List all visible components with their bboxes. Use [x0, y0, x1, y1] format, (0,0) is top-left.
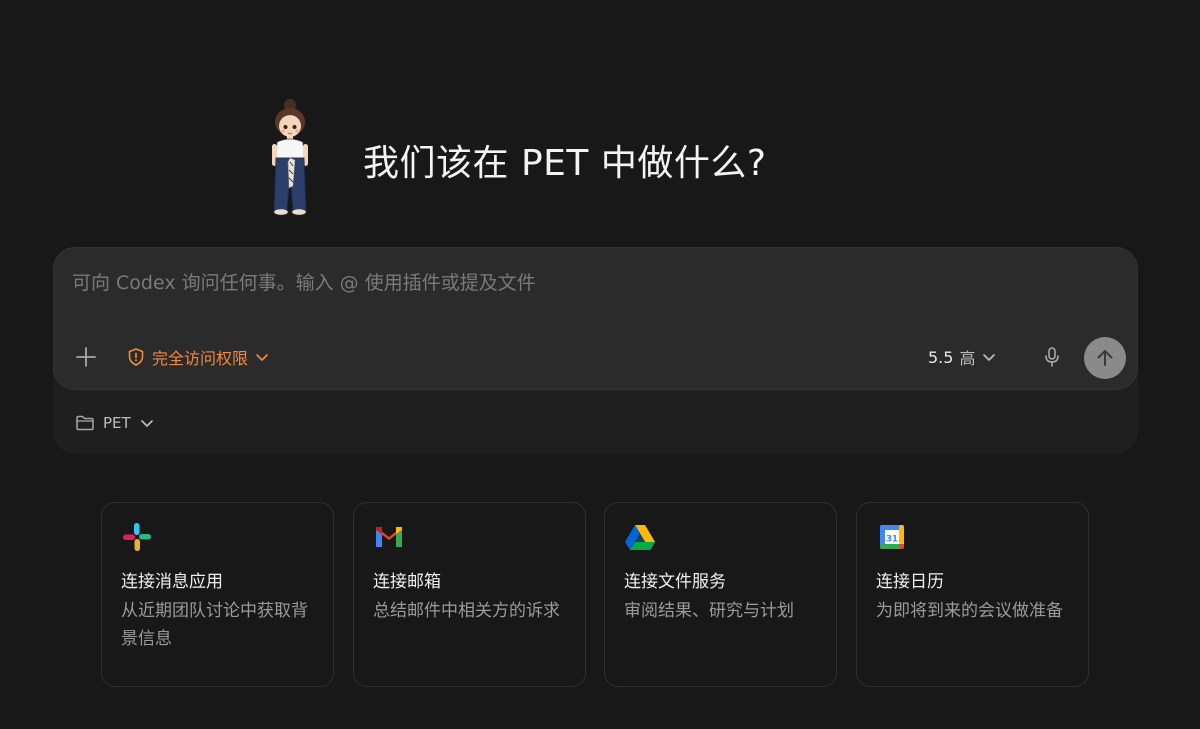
- connect-email-card[interactable]: 连接邮箱 总结邮件中相关方的诉求: [353, 502, 586, 687]
- page: 我们该在 PET 中做什么? 完全访问权限: [0, 0, 1200, 729]
- card-title: 连接消息应用: [121, 572, 223, 592]
- shield-alert-icon: [128, 348, 144, 366]
- send-button[interactable]: [1084, 337, 1126, 379]
- access-permission-label: 完全访问权限: [152, 349, 249, 368]
- connect-calendar-card[interactable]: 31 连接日历 为即将到来的会议做准备: [856, 502, 1089, 687]
- calendar-day-text: 31: [886, 535, 898, 545]
- model-effort: 高: [959, 349, 976, 368]
- composer-container: 完全访问权限 5.5 高: [53, 247, 1138, 454]
- card-description: 总结邮件中相关方的诉求: [373, 601, 560, 621]
- page-title: 我们该在 PET 中做什么?: [363, 143, 767, 184]
- chevron-down-icon: [140, 420, 153, 427]
- add-attachment-button[interactable]: [72, 343, 100, 371]
- card-title: 连接文件服务: [624, 572, 726, 592]
- hero: 我们该在 PET 中做什么?: [0, 92, 1200, 222]
- prompt-input[interactable]: [72, 270, 972, 296]
- microphone-button[interactable]: [1038, 343, 1066, 371]
- card-description: 审阅结果、研究与计划: [624, 601, 794, 621]
- gmail-icon: [376, 527, 402, 547]
- slack-icon: [123, 523, 151, 551]
- card-description: 从近期团队讨论中获取背景信息: [121, 601, 308, 649]
- card-title: 连接日历: [876, 572, 944, 592]
- project-selector[interactable]: PET: [75, 411, 155, 435]
- google-calendar-icon: 31: [880, 525, 904, 549]
- arrow-up-icon: [1097, 350, 1113, 366]
- card-description: 为即将到来的会议做准备: [876, 601, 1063, 621]
- model-version: 5.5: [928, 347, 954, 367]
- mascot-illustration: [272, 99, 308, 216]
- connect-messaging-card[interactable]: 连接消息应用 从近期团队讨论中获取背景信息: [101, 502, 334, 687]
- connect-files-card[interactable]: 连接文件服务 审阅结果、研究与计划: [604, 502, 837, 687]
- microphone-icon: [1045, 347, 1059, 367]
- project-label: PET: [103, 414, 131, 432]
- composer: 完全访问权限 5.5 高: [53, 247, 1138, 390]
- connector-cards: 连接消息应用 从近期团队讨论中获取背景信息 连接邮箱 总结邮件中相关方的诉求 连…: [101, 502, 1091, 688]
- chevron-down-icon: [256, 354, 268, 361]
- folder-icon: [76, 415, 94, 431]
- plus-icon: [76, 347, 96, 367]
- access-permission-dropdown[interactable]: 完全访问权限: [126, 344, 270, 370]
- google-drive-icon: [625, 525, 655, 550]
- model-selector[interactable]: 5.5 高: [928, 344, 997, 370]
- chevron-down-icon: [983, 354, 996, 361]
- card-title: 连接邮箱: [373, 572, 441, 592]
